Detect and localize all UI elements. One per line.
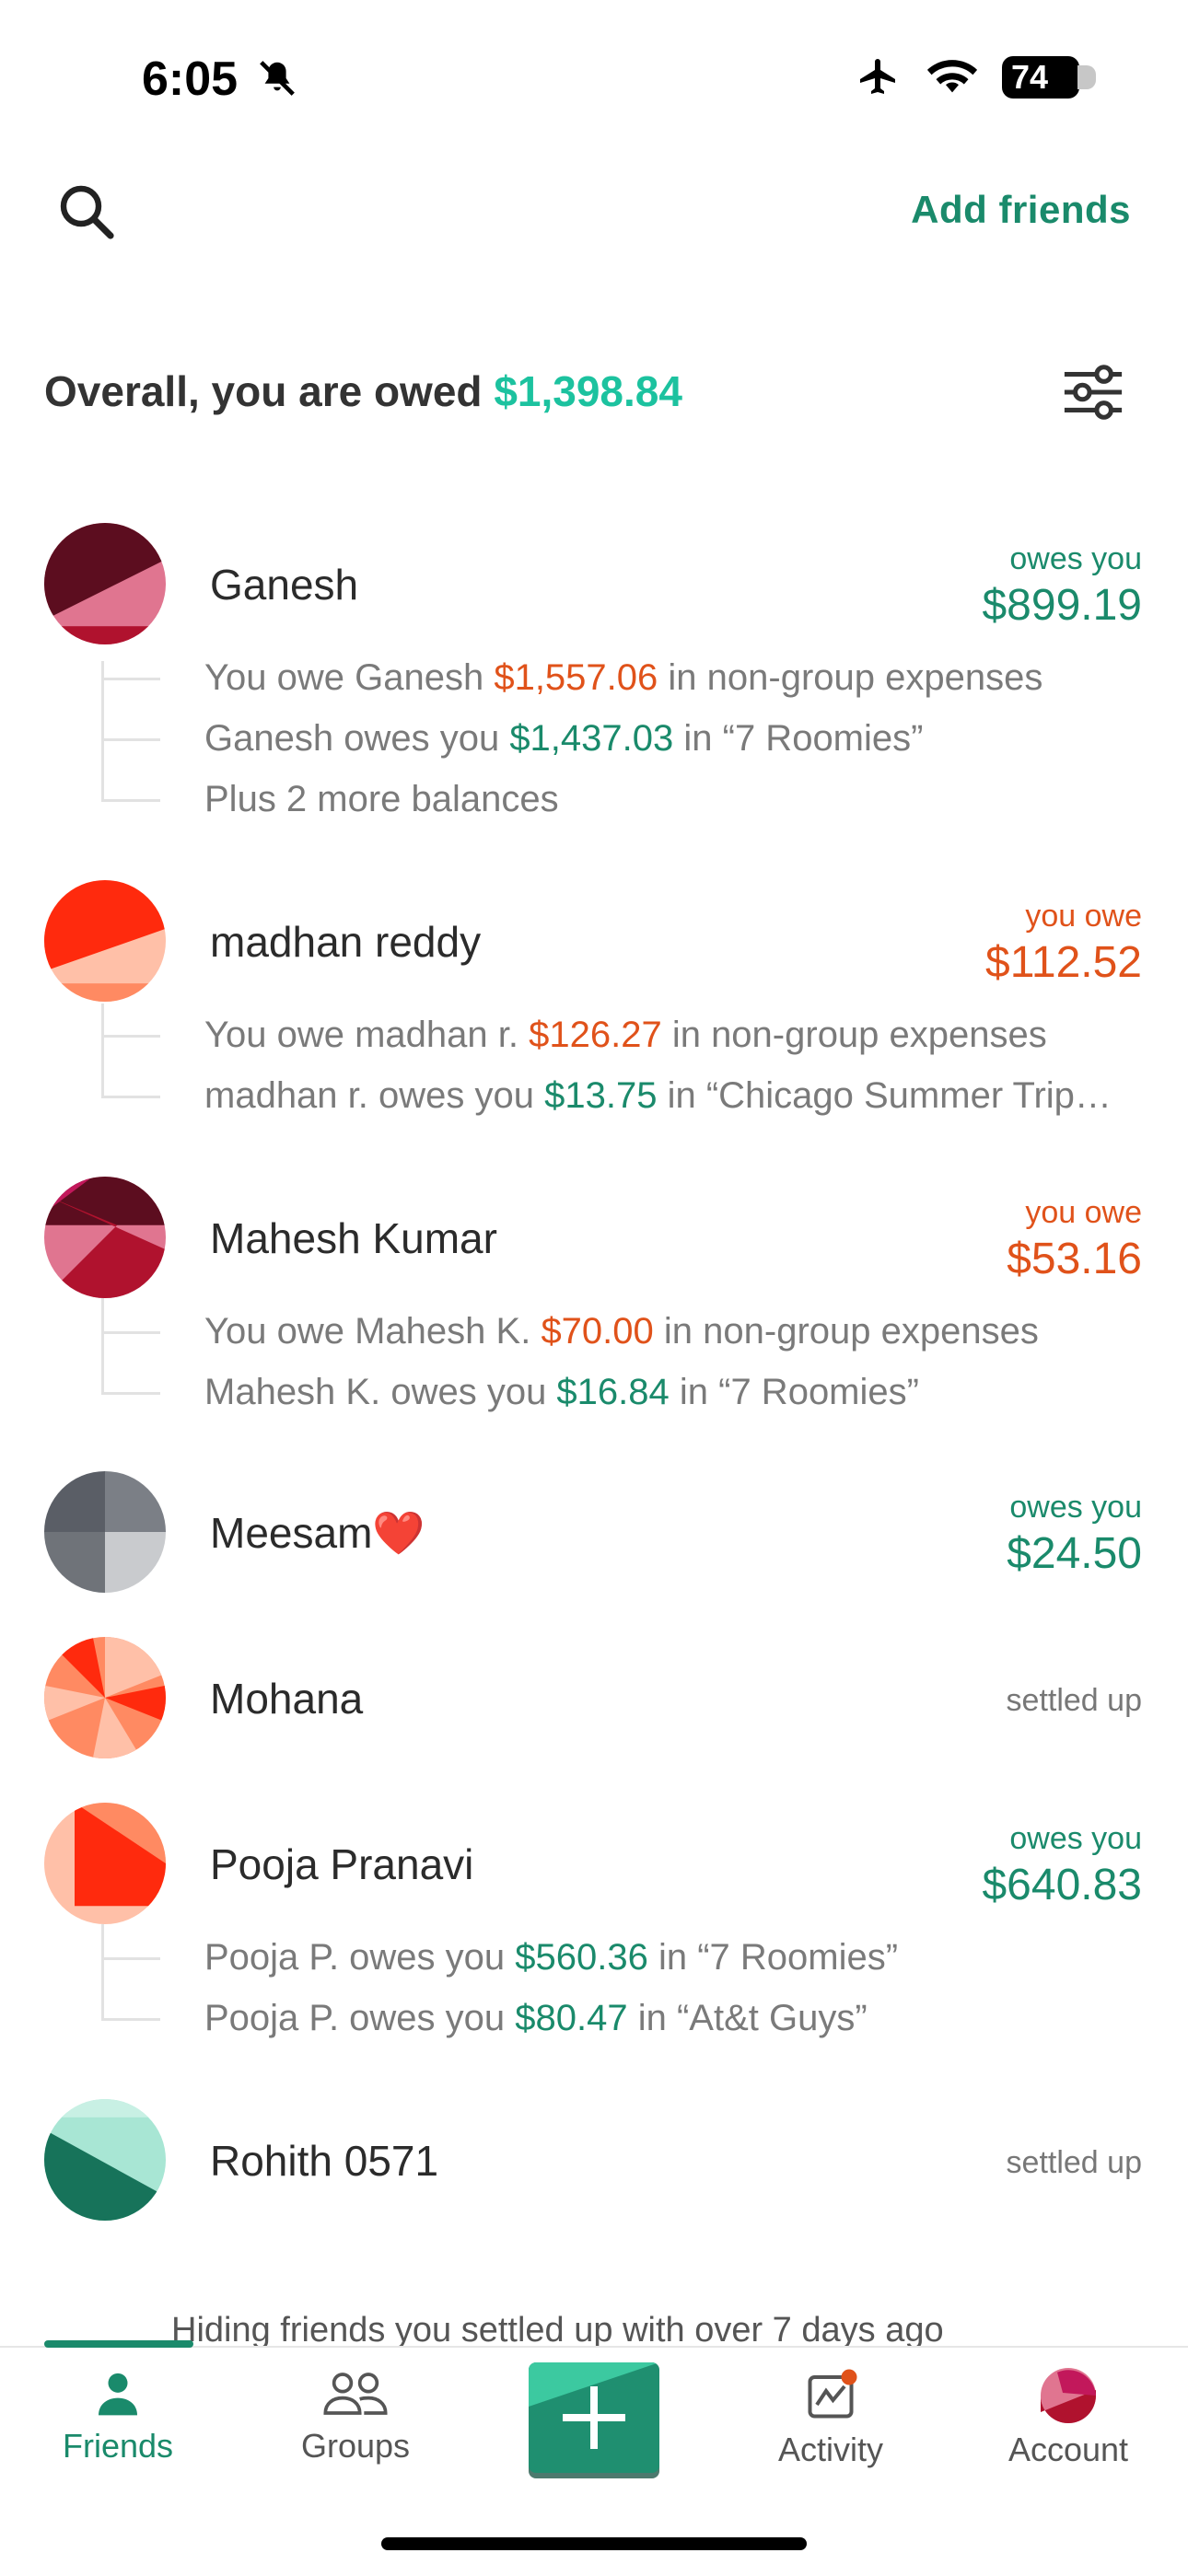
friend-avatar: [44, 523, 166, 644]
friend-status: owes you: [1009, 541, 1142, 576]
tab-groups[interactable]: Groups: [263, 2368, 448, 2466]
overall-prefix: Overall, you are owed: [44, 367, 495, 415]
friend-name: Ganesh: [210, 561, 359, 609]
tree-branch: [101, 1035, 160, 1038]
tree-line: [101, 1298, 104, 1392]
friend-status: owes you: [1009, 1490, 1142, 1525]
balance-detail: Ganesh owes you $1,437.03 in “7 Roomies”: [204, 718, 924, 759]
status-time: 6:05: [142, 52, 239, 106]
tab-label: Groups: [300, 2427, 411, 2465]
balance-detail: Mahesh K. owes you $16.84 in “7 Roomies”: [204, 1372, 919, 1412]
add-expense-button[interactable]: [529, 2362, 659, 2473]
friend-status: you owe: [1025, 899, 1142, 934]
tree-branch: [101, 1096, 160, 1098]
tree-line: [101, 661, 104, 799]
friend-amount: $24.50: [1007, 1529, 1142, 1578]
balance-detail: Pooja P. owes you $80.47 in “At&t Guys”: [204, 1998, 868, 2038]
add-friends-button[interactable]: Add friends: [911, 188, 1131, 232]
friend-name: Mahesh Kumar: [210, 1214, 497, 1262]
overall-balance: Overall, you are owed $1,398.84: [44, 366, 682, 416]
friend-status: settled up: [1006, 1683, 1142, 1718]
tree-branch: [101, 678, 160, 680]
friend-avatar: [44, 1177, 166, 1298]
friend-avatar: [44, 1471, 166, 1593]
avatar-icon: [1041, 2368, 1096, 2423]
silent-bell-icon: [260, 61, 295, 96]
balance-detail: You owe madhan r. $126.27 in non-group e…: [204, 1015, 1047, 1055]
balance-detail: madhan r. owes you $13.75 in “Chicago Su…: [204, 1075, 1112, 1116]
hiding-note: Hiding friends you settled up with over …: [171, 2311, 944, 2350]
tab-activity[interactable]: Activity: [739, 2368, 923, 2469]
tree-branch: [101, 1957, 160, 1960]
tab-label: Activity: [777, 2431, 883, 2468]
friend-status: settled up: [1006, 2145, 1142, 2180]
tab-label: Account: [1007, 2431, 1129, 2468]
home-indicator: [381, 2537, 807, 2550]
balance-detail: You owe Mahesh K. $70.00 in non-group ex…: [204, 1311, 1039, 1352]
tree-line: [101, 1004, 104, 1096]
tree-branch: [101, 1392, 160, 1395]
group-icon: [323, 2373, 388, 2415]
friend-status: owes you: [1009, 1821, 1142, 1856]
tree-branch: [101, 2018, 160, 2021]
overall-amount: $1,398.84: [494, 367, 682, 415]
battery-indicator: 74: [1002, 56, 1096, 99]
tab-friends[interactable]: Friends: [26, 2368, 210, 2466]
friend-name: madhan reddy: [210, 918, 482, 966]
friend-name: Meesam❤️: [210, 1509, 425, 1557]
friend-amount: $112.52: [985, 938, 1142, 987]
balance-detail: You owe Ganesh $1,557.06 in non-group ex…: [204, 657, 1043, 698]
active-tab-indicator: [44, 2340, 193, 2348]
friend-avatar: [44, 1637, 166, 1758]
tab-account[interactable]: Account: [976, 2368, 1160, 2469]
tree-branch: [101, 1331, 160, 1334]
friend-avatar: [44, 880, 166, 1002]
status-icons: 74: [855, 55, 1096, 99]
friend-name: Rohith 0571: [210, 2137, 439, 2185]
tree-line: [101, 1924, 104, 2018]
tree-branch: [101, 799, 160, 802]
balance-detail: Pooja P. owes you $560.36 in “7 Roomies”: [204, 1937, 899, 1978]
plus-icon: [563, 2386, 625, 2449]
filter-icon[interactable]: [1061, 365, 1125, 420]
airplane-icon: [860, 59, 895, 94]
friend-name: Pooja Pranavi: [210, 1840, 474, 1888]
activity-icon: [808, 2369, 857, 2419]
wifi-icon: [926, 60, 978, 93]
tree-branch: [101, 738, 160, 741]
friend-amount: $640.83: [982, 1861, 1142, 1909]
friend-avatar: [44, 2099, 166, 2221]
friend-status: you owe: [1025, 1195, 1142, 1230]
friend-avatar: [44, 1803, 166, 1924]
friend-amount: $53.16: [1007, 1235, 1142, 1283]
more-balances[interactable]: Plus 2 more balances: [204, 779, 559, 820]
friend-amount: $899.19: [982, 581, 1142, 630]
search-icon[interactable]: [57, 182, 116, 241]
friend-name: Mohana: [210, 1675, 364, 1723]
person-icon: [99, 2373, 137, 2416]
tab-label: Friends: [62, 2427, 174, 2465]
